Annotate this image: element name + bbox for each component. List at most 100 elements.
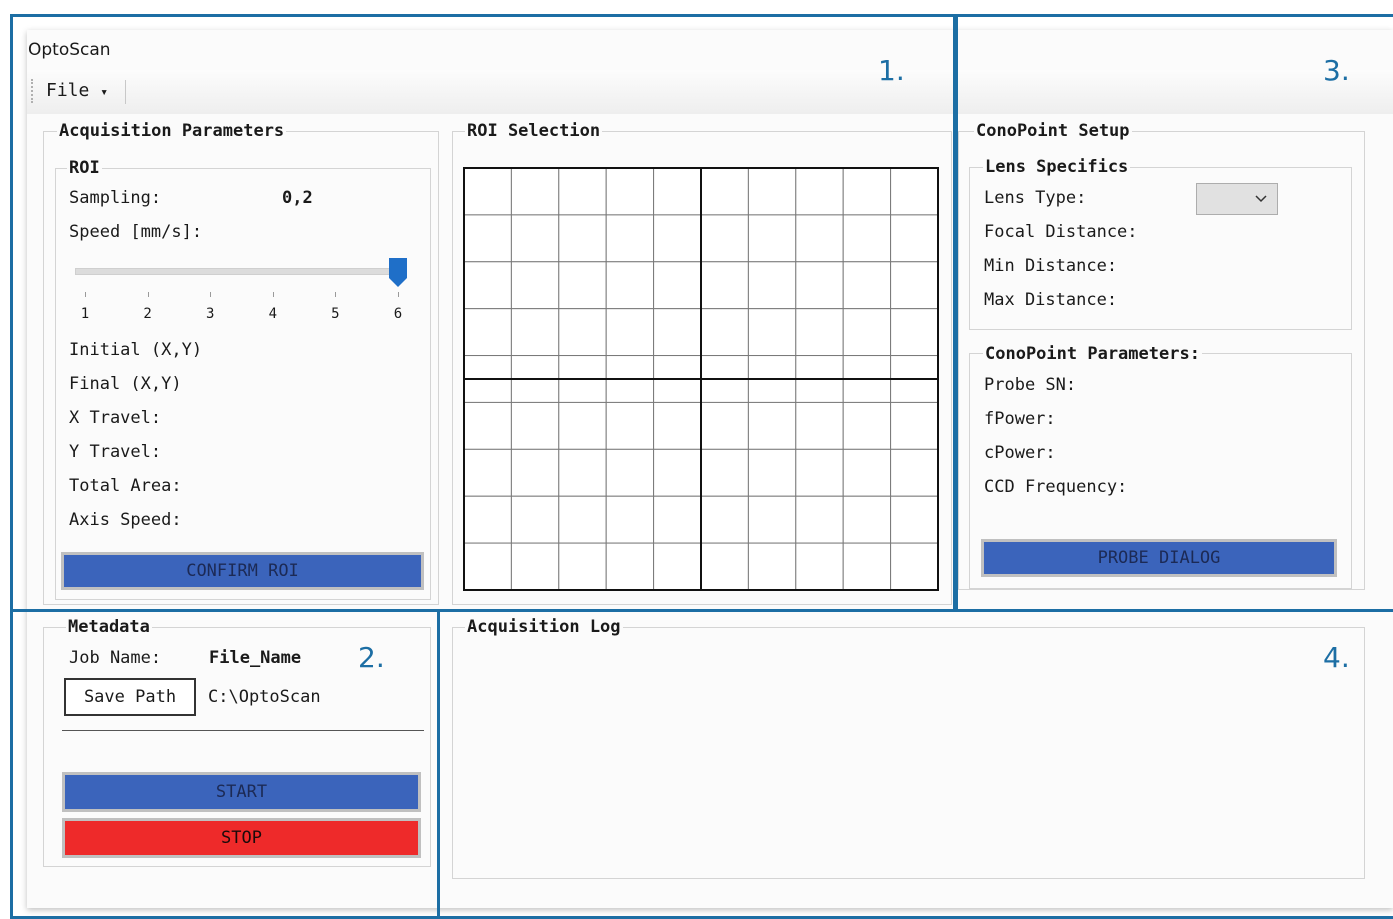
roi-grid-cell[interactable] [842, 448, 892, 497]
roi-grid-cell[interactable] [842, 167, 892, 216]
roi-grid-cell[interactable] [747, 448, 797, 497]
roi-grid-cell[interactable] [605, 261, 655, 310]
roi-grid-cell[interactable] [558, 401, 607, 450]
confirm-roi-button[interactable]: CONFIRM ROI [61, 552, 424, 590]
roi-grid-cell[interactable] [890, 495, 939, 544]
roi-grid-cell[interactable] [558, 261, 607, 310]
slider-tick [147, 292, 149, 297]
roi-grid-cell[interactable] [842, 214, 892, 263]
roi-grid-cell[interactable] [653, 448, 702, 497]
stop-button[interactable]: STOP [62, 818, 421, 858]
roi-grid-cell[interactable] [510, 448, 560, 497]
slider-tick-label: 3 [205, 306, 215, 322]
file-menu-label: File [46, 80, 90, 101]
roi-grid-cell[interactable] [605, 495, 655, 544]
roi-grid[interactable] [462, 166, 940, 592]
roi-grid-cell[interactable] [842, 542, 892, 591]
roi-grid-cell[interactable] [510, 495, 560, 544]
roi-grid-cell[interactable] [795, 495, 844, 544]
roi-grid-cell[interactable] [558, 542, 607, 591]
roi-grid-cell[interactable] [605, 167, 655, 216]
roi-grid-cell[interactable] [510, 308, 560, 357]
roi-grid-cell[interactable] [890, 308, 939, 357]
roi-grid-cell[interactable] [653, 495, 702, 544]
roi-grid-cell[interactable] [463, 401, 512, 450]
roi-grid-cell[interactable] [747, 167, 797, 216]
speed-slider-thumb[interactable] [389, 258, 407, 287]
roi-grid-cell[interactable] [700, 448, 749, 497]
roi-grid-cell[interactable] [558, 448, 607, 497]
roi-grid-cell[interactable] [890, 401, 939, 450]
roi-grid-cell[interactable] [795, 448, 844, 497]
roi-grid-cell[interactable] [795, 167, 844, 216]
roi-grid-cell[interactable] [890, 214, 939, 263]
roi-grid-cell[interactable] [890, 261, 939, 310]
roi-grid-cell[interactable] [747, 542, 797, 591]
save-path-button[interactable]: Save Path [64, 678, 196, 716]
probe-sn-label: Probe SN: [984, 375, 1077, 395]
roi-grid-cell[interactable] [653, 214, 702, 263]
roi-grid-cell[interactable] [747, 308, 797, 357]
roi-grid-cell[interactable] [510, 167, 560, 216]
file-menu[interactable]: File ▾ [46, 79, 108, 103]
roi-grid-cell[interactable] [558, 214, 607, 263]
roi-grid-cell[interactable] [605, 214, 655, 263]
roi-grid-cell[interactable] [890, 167, 939, 216]
roi-grid-cell[interactable] [842, 308, 892, 357]
roi-grid-cell[interactable] [653, 308, 702, 357]
roi-grid-cell[interactable] [605, 308, 655, 357]
roi-grid-cell[interactable] [842, 261, 892, 310]
roi-grid-cell[interactable] [463, 448, 512, 497]
roi-grid-cell[interactable] [605, 542, 655, 591]
roi-grid-cell[interactable] [795, 542, 844, 591]
slider-tick [210, 292, 212, 297]
slider-tick [398, 292, 399, 297]
roi-grid-cell[interactable] [795, 308, 844, 357]
speed-slider-track[interactable] [75, 268, 405, 275]
roi-grid-cell[interactable] [700, 167, 749, 216]
roi-grid-cell[interactable] [463, 495, 512, 544]
roi-grid-cell[interactable] [510, 214, 560, 263]
roi-grid-cell[interactable] [653, 167, 702, 216]
roi-grid-cell[interactable] [700, 401, 749, 450]
roi-grid-cell[interactable] [653, 261, 702, 310]
roi-grid-cell[interactable] [463, 308, 512, 357]
roi-grid-cell[interactable] [842, 401, 892, 450]
roi-grid-cell[interactable] [463, 542, 512, 591]
roi-grid-cell[interactable] [700, 495, 749, 544]
roi-field-label: Axis Speed: [69, 510, 182, 530]
roi-grid-cell[interactable] [795, 261, 844, 310]
roi-grid-cell[interactable] [890, 448, 939, 497]
probe-dialog-button[interactable]: PROBE DIALOG [981, 539, 1337, 577]
roi-grid-cell[interactable] [747, 401, 797, 450]
roi-grid-cell[interactable] [463, 261, 512, 310]
roi-grid-cell[interactable] [510, 261, 560, 310]
roi-grid-cell[interactable] [558, 167, 607, 216]
roi-grid-cell[interactable] [510, 401, 560, 450]
min-distance-label: Min Distance: [984, 256, 1118, 276]
roi-grid-cell[interactable] [653, 401, 702, 450]
speed-label: Speed [mm/s]: [69, 222, 203, 242]
roi-grid-cell[interactable] [700, 542, 749, 591]
roi-grid-cell[interactable] [747, 261, 797, 310]
roi-grid-cell[interactable] [558, 495, 607, 544]
roi-grid-cell[interactable] [795, 401, 844, 450]
roi-grid-cell[interactable] [605, 448, 655, 497]
roi-grid-cell[interactable] [510, 542, 560, 591]
roi-grid-cell[interactable] [700, 261, 749, 310]
roi-grid-cell[interactable] [463, 214, 512, 263]
roi-grid-cell[interactable] [842, 495, 892, 544]
acquisition-log-area[interactable] [456, 640, 1358, 872]
roi-grid-cell[interactable] [700, 308, 749, 357]
roi-grid-cell[interactable] [890, 542, 939, 591]
roi-grid-cell[interactable] [463, 167, 512, 216]
lens-type-select[interactable] [1196, 183, 1278, 215]
roi-grid-cell[interactable] [700, 214, 749, 263]
roi-grid-cell[interactable] [747, 214, 797, 263]
roi-grid-cell[interactable] [653, 542, 702, 591]
roi-grid-cell[interactable] [795, 214, 844, 263]
start-button[interactable]: START [62, 772, 421, 812]
roi-grid-cell[interactable] [558, 308, 607, 357]
roi-grid-cell[interactable] [605, 401, 655, 450]
roi-grid-cell[interactable] [747, 495, 797, 544]
